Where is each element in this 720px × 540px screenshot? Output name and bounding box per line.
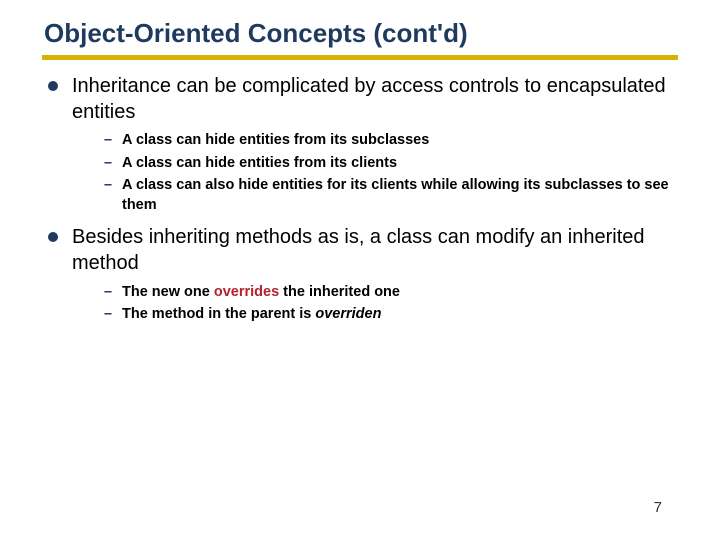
page-number: 7 [654,499,662,516]
overrides-highlight: overrides [214,284,279,300]
bullet-2-sublist: The new one overrides the inherited one … [72,283,678,325]
bullet-1-sub-c: A class can also hide entities for its c… [104,176,678,215]
overriden-italic: overriden [315,306,381,322]
slide-title: Object-Oriented Concepts (cont'd) [44,18,678,49]
bullet-1-sub-a: A class can hide entities from its subcl… [104,131,678,151]
bullet-1-text: Inheritance can be complicated by access… [72,75,666,123]
bullet-2-text: Besides inheriting methods as is, a clas… [72,226,645,274]
bullet-1-sub-b: A class can hide entities from its clien… [104,154,678,174]
bullet-2-sub-a-pre: The new one [122,284,214,300]
bullet-1: Inheritance can be complicated by access… [48,74,678,215]
bullet-2-sub-a-post: the inherited one [279,284,400,300]
bullet-2-sub-b-pre: The method in the parent is [122,306,315,322]
slide: Object-Oriented Concepts (cont'd) Inheri… [0,0,720,540]
bullet-1-sublist: A class can hide entities from its subcl… [72,131,678,215]
bullet-list: Inheritance can be complicated by access… [42,74,678,325]
bullet-2: Besides inheriting methods as is, a clas… [48,225,678,324]
bullet-2-sub-b: The method in the parent is overriden [104,305,678,325]
bullet-2-sub-a: The new one overrides the inherited one [104,283,678,303]
title-underline [42,55,678,60]
